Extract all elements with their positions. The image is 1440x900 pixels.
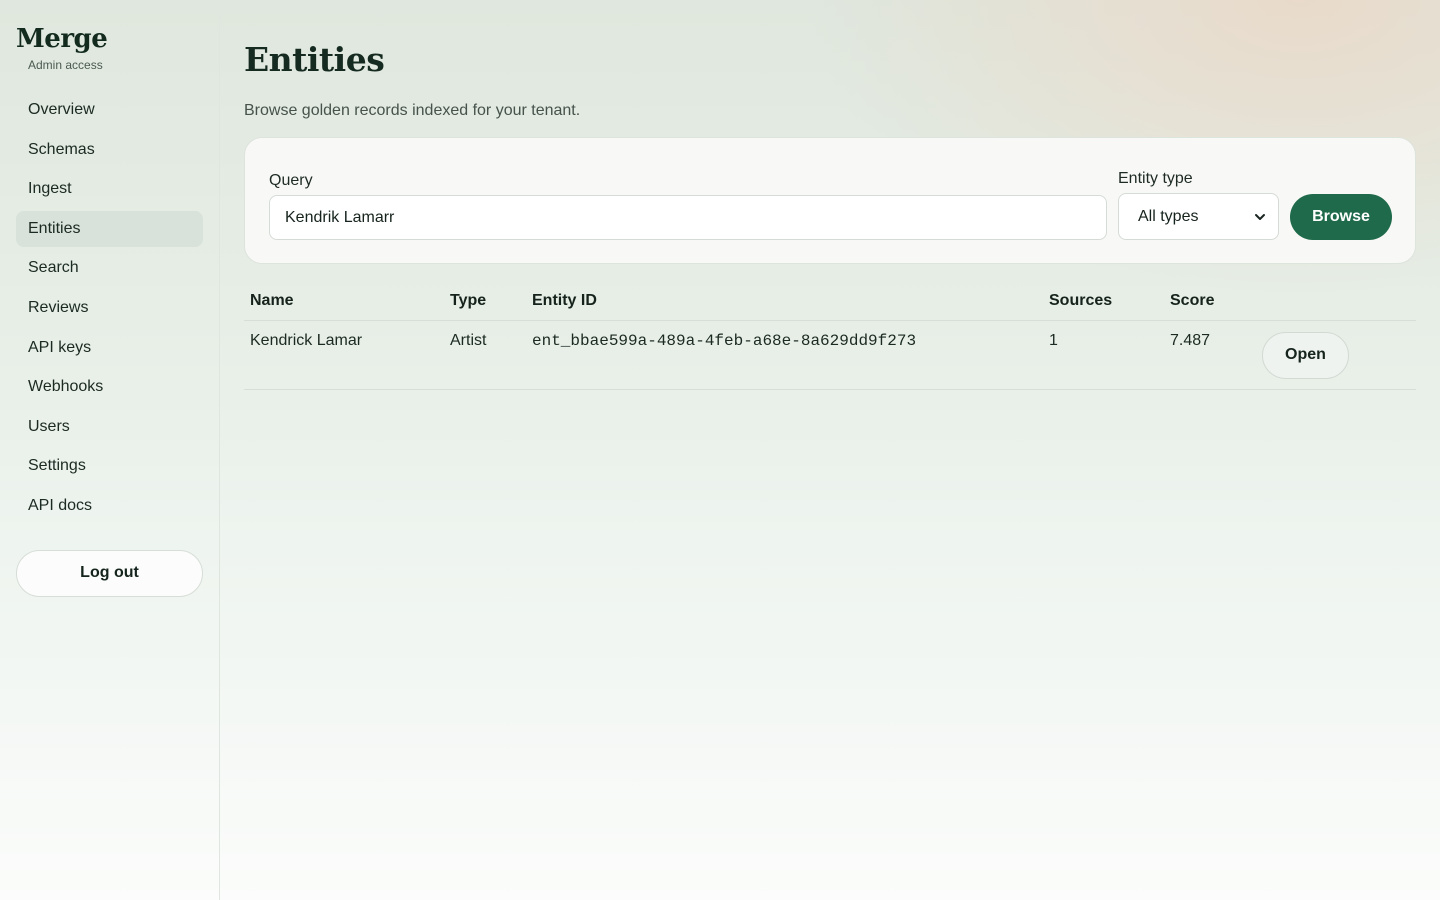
logout-button[interactable]: Log out bbox=[16, 549, 203, 597]
column-header-actions bbox=[1256, 282, 1416, 321]
cell-type: Artist bbox=[444, 320, 526, 390]
query-input[interactable] bbox=[269, 195, 1107, 240]
sidebar-item-api-keys[interactable]: API keys bbox=[16, 330, 203, 366]
filter-card: Query Entity type All types Browse bbox=[244, 137, 1416, 264]
sidebar-item-overview[interactable]: Overview bbox=[16, 92, 203, 128]
sidebar-nav: Overview Schemas Ingest Entities Search … bbox=[16, 92, 203, 524]
table-header-row: Name Type Entity ID Sources Score bbox=[244, 282, 1416, 321]
sidebar-item-ingest[interactable]: Ingest bbox=[16, 171, 203, 207]
browse-button[interactable]: Browse bbox=[1290, 194, 1392, 240]
brand-subtitle: Admin access bbox=[28, 58, 103, 72]
entity-type-select[interactable]: All types bbox=[1118, 193, 1279, 240]
column-header-score: Score bbox=[1164, 282, 1256, 321]
table-row: Kendrick Lamar Artist ent_bbae599a-489a-… bbox=[244, 320, 1416, 390]
sidebar-item-settings[interactable]: Settings bbox=[16, 448, 203, 484]
cell-actions: Open bbox=[1256, 320, 1416, 390]
sidebar-item-entities[interactable]: Entities bbox=[16, 210, 203, 247]
sidebar: Merge Admin access Overview Schemas Inge… bbox=[0, 0, 220, 900]
brand-logo: Merge bbox=[16, 24, 108, 54]
cell-name: Kendrick Lamar bbox=[244, 320, 444, 390]
chevron-down-icon bbox=[1255, 213, 1265, 220]
column-header-sources: Sources bbox=[1043, 282, 1164, 321]
cell-sources: 1 bbox=[1043, 320, 1164, 390]
sidebar-item-search[interactable]: Search bbox=[16, 250, 203, 286]
sidebar-item-reviews[interactable]: Reviews bbox=[16, 290, 203, 326]
entities-table: Name Type Entity ID Sources Score Kendri… bbox=[244, 282, 1416, 390]
cell-entity-id: ent_bbae599a-489a-4feb-a68e-8a629dd9f273 bbox=[526, 320, 1043, 390]
sidebar-item-users[interactable]: Users bbox=[16, 409, 203, 445]
sidebar-item-webhooks[interactable]: Webhooks bbox=[16, 369, 203, 405]
page-subtitle: Browse golden records indexed for your t… bbox=[244, 102, 581, 119]
page-title: Entities bbox=[244, 40, 385, 79]
query-label: Query bbox=[269, 172, 313, 189]
column-header-entity-id: Entity ID bbox=[526, 282, 1043, 321]
entity-type-label: Entity type bbox=[1118, 170, 1193, 187]
entity-type-selected-value: All types bbox=[1138, 207, 1199, 225]
sidebar-item-schemas[interactable]: Schemas bbox=[16, 132, 203, 168]
cell-score: 7.487 bbox=[1164, 320, 1256, 390]
sidebar-item-api-docs[interactable]: API docs bbox=[16, 488, 203, 524]
column-header-type: Type bbox=[444, 282, 526, 321]
open-entity-button[interactable]: Open bbox=[1262, 331, 1349, 379]
column-header-name: Name bbox=[244, 282, 444, 321]
